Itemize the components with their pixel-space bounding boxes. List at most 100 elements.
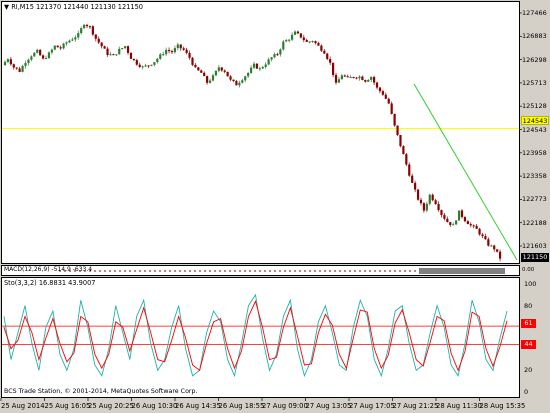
- candle-body: [478, 228, 481, 235]
- candle-body: [411, 175, 414, 183]
- chart-window: ▼ RI,M15 121370 121440 121130 121150 MAC…: [0, 0, 550, 413]
- candle-body: [331, 62, 335, 75]
- candle-body: [375, 82, 379, 88]
- price-tick-label: 123958: [522, 148, 547, 157]
- candle-body: [290, 34, 294, 40]
- time-tick-label: 27 Aug 09:00: [262, 402, 308, 410]
- candle-body: [15, 67, 18, 69]
- candle-body: [261, 66, 264, 69]
- candle-body: [135, 60, 138, 65]
- candle-body: [378, 87, 382, 92]
- candle-body: [361, 76, 364, 81]
- candle-body: [334, 74, 338, 83]
- candle-body: [296, 31, 300, 34]
- chart-header: ▼ RI,M15 121370 121440 121130 121150: [4, 3, 143, 11]
- candle-body: [118, 48, 121, 55]
- price-tick-label: 125713: [522, 78, 547, 87]
- time-tick-label: 27 Aug 17:05: [349, 402, 395, 410]
- candle-body: [85, 24, 89, 27]
- candle-body: [463, 216, 467, 222]
- candle-body: [106, 48, 109, 55]
- time-tick-label: 28 Aug 15:35: [479, 402, 526, 410]
- candle-body: [188, 52, 191, 58]
- time-tick-label: 27 Aug 13:05: [305, 402, 352, 410]
- candle-body: [466, 221, 469, 225]
- candle-body: [74, 37, 77, 40]
- candle-body: [258, 68, 261, 70]
- candle-body: [326, 53, 329, 60]
- candle-body: [255, 63, 259, 69]
- stochastic-tick-label: 0: [524, 388, 529, 396]
- candle-body: [299, 33, 302, 38]
- candle-body: [282, 41, 285, 50]
- candle-body: [320, 45, 323, 51]
- candle-body: [220, 67, 223, 71]
- candle-body: [346, 76, 349, 78]
- candle-body: [147, 65, 150, 67]
- candle-body: [449, 222, 452, 225]
- candle-body: [367, 79, 370, 82]
- candle-body: [457, 210, 461, 221]
- candle-body: [229, 76, 232, 80]
- candle-body: [293, 31, 297, 35]
- candle-body: [390, 103, 393, 114]
- candle-body: [36, 49, 39, 53]
- candle-body: [194, 64, 197, 68]
- candle-body: [493, 245, 496, 250]
- candle-body: [323, 50, 326, 54]
- candle-body: [41, 55, 45, 59]
- candle-body: [241, 80, 244, 83]
- candle-body: [162, 54, 165, 56]
- price-tick-label: 127466: [522, 9, 547, 17]
- candle-body: [487, 239, 490, 246]
- candle-body: [440, 210, 443, 215]
- candle-body: [279, 49, 282, 55]
- macd-axis-label: 0.00: [522, 267, 535, 273]
- candle-body: [498, 251, 502, 259]
- candle-body: [165, 49, 168, 55]
- candle-body: [270, 57, 273, 60]
- stochastic-main-line: [3, 293, 508, 378]
- candle-body: [249, 67, 253, 73]
- candle-body: [252, 63, 256, 68]
- candle-body: [405, 154, 408, 165]
- candle-body: [355, 77, 358, 79]
- candle-body: [235, 81, 238, 86]
- candle-body: [80, 28, 83, 34]
- candle-body: [121, 48, 124, 50]
- candle-body: [59, 47, 62, 49]
- candle-body: [446, 218, 449, 223]
- candle-body: [358, 76, 361, 79]
- candle-body: [419, 199, 423, 204]
- candle-body: [340, 75, 343, 80]
- price-tick-label: 124543: [522, 125, 547, 134]
- candle-body: [276, 54, 279, 56]
- candle-body: [126, 46, 130, 53]
- dropdown-arrow-icon[interactable]: ▼: [4, 3, 9, 11]
- time-tick-label: 25 Aug 20:25: [88, 402, 134, 410]
- candle-body: [3, 61, 7, 66]
- candle-body: [208, 80, 212, 83]
- candle-body: [384, 94, 387, 99]
- stochastic-label: Sto(3,3,2) 16.8831 43.9007: [4, 279, 96, 287]
- candle-body: [97, 38, 100, 43]
- candle-body: [308, 41, 311, 43]
- candle-body: [82, 24, 86, 29]
- candle-body: [153, 62, 156, 65]
- candle-body: [6, 59, 10, 62]
- candle-body: [267, 59, 270, 65]
- candle-body: [173, 48, 177, 53]
- candle-body: [47, 52, 51, 59]
- candle-body: [425, 203, 428, 211]
- candle-body: [302, 37, 305, 41]
- candle-body: [206, 76, 209, 83]
- candle-body: [475, 225, 478, 229]
- candle-body: [414, 182, 417, 190]
- time-tick-label: 25 Aug 2014: [1, 402, 45, 410]
- candle-body: [329, 59, 332, 63]
- sto-level-lower-tag: 44: [521, 340, 536, 349]
- candle-body: [18, 68, 21, 72]
- candle-body: [496, 249, 499, 252]
- candle-body: [484, 236, 487, 240]
- candle-body: [56, 45, 59, 48]
